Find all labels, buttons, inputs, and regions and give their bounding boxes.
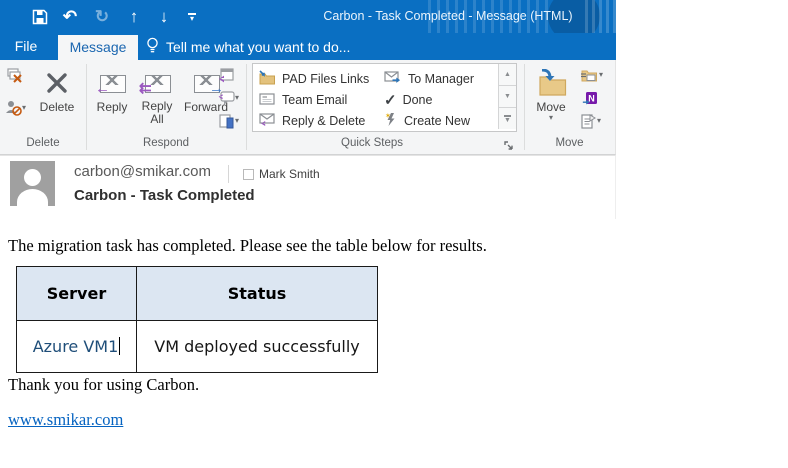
recipient-name[interactable]: Mark Smith [259, 167, 320, 181]
results-table: Server Status Azure VM1 VM deployed succ… [16, 266, 378, 373]
cell-server-name[interactable]: Azure VM1 [16, 320, 137, 373]
move-folder-icon [534, 66, 568, 100]
group-divider [246, 64, 247, 150]
ribbon: ▾ Delete Delete ← Reply ⇇ Reply All → Fo… [0, 60, 616, 155]
quick-step-pad-files-links[interactable]: PAD Files Links [258, 69, 369, 89]
quick-steps-scroll-down[interactable]: ▼ [498, 86, 516, 108]
quick-step-team-email[interactable]: Team Email [258, 90, 347, 110]
group-divider [86, 64, 87, 150]
group-label-quick-steps: Quick Steps [341, 137, 403, 149]
body-outro-text: Thank you for using Carbon. [8, 375, 200, 394]
column-header-status: Status [136, 266, 378, 321]
redo-icon[interactable]: ↻ [90, 0, 114, 33]
tab-message[interactable]: Message [58, 35, 138, 60]
quick-step-label: To Manager [408, 72, 475, 86]
onenote-icon[interactable]: N [582, 88, 604, 108]
quick-step-label: Done [402, 93, 433, 107]
lightbulb-icon [146, 37, 159, 57]
actions-icon[interactable]: ▾ [580, 111, 612, 131]
quick-steps-more-button[interactable]: ▼ [498, 108, 516, 129]
reply-envelope-icon: ← [95, 66, 127, 100]
instant-message-icon[interactable]: ▾ [218, 88, 246, 108]
reply-all-button[interactable]: ⇇ Reply All [134, 62, 180, 126]
recipient-presence-icon [243, 169, 254, 180]
body-intro-text: The migration task has completed. Please… [8, 236, 487, 255]
tell-me-box[interactable]: Tell me what you want to do... [146, 33, 350, 60]
envelope-reply-icon [258, 112, 276, 130]
text-cursor [119, 337, 121, 355]
message-subject: Carbon - Task Completed [74, 187, 255, 204]
quick-step-to-manager[interactable]: To Manager [384, 69, 474, 89]
more-respond-actions-icon[interactable]: ▾ [218, 111, 246, 131]
rules-icon[interactable]: ▾ [580, 65, 612, 85]
ribbon-tab-row: File Message Tell me what you want to do… [0, 33, 616, 60]
sender-avatar[interactable] [10, 161, 55, 206]
window-title: Carbon - Task Completed - Message (HTML) [323, 9, 573, 23]
delete-button[interactable]: Delete [30, 62, 84, 114]
table-row: Azure VM1 VM deployed successfully [16, 320, 378, 373]
svg-text:✶: ✶ [385, 112, 391, 120]
ignore-icon[interactable] [6, 66, 28, 86]
reply-all-envelope-icon: ⇇ [139, 66, 172, 100]
save-icon[interactable] [28, 0, 52, 33]
delete-button-label: Delete [39, 100, 75, 114]
quick-steps-scrollbar: ▲ ▼ ▼ [498, 64, 516, 129]
tell-me-label: Tell me what you want to do... [166, 38, 351, 55]
undo-icon[interactable]: ↶ [58, 0, 82, 33]
envelope-forward-icon [384, 70, 402, 88]
sender-email[interactable]: carbon@smikar.com [74, 163, 211, 180]
quick-step-label: PAD Files Links [282, 72, 370, 86]
quick-step-label: Create New [404, 114, 470, 128]
reply-button-label: Reply [96, 100, 128, 114]
customize-quick-access-icon[interactable]: ▾ [182, 0, 202, 33]
quick-step-done[interactable]: ✓ Done [384, 90, 432, 110]
quick-step-create-new[interactable]: ✶ Create New [384, 111, 470, 131]
outlook-message-window: ↶ ↻ ↑ ↓ ▾ Carbon - Task Completed - Mess… [0, 0, 616, 220]
website-link[interactable]: www.smikar.com [8, 410, 123, 430]
folder-arrow-icon [258, 70, 276, 88]
forward-envelope-icon: → [191, 66, 224, 100]
quick-steps-scroll-up[interactable]: ▲ [498, 64, 516, 86]
quick-steps-dialog-launcher-icon[interactable] [504, 138, 514, 150]
email-document-icon [258, 92, 276, 109]
quick-step-label: Team Email [282, 93, 348, 107]
reply-all-button-label: Reply All [141, 99, 173, 127]
group-label-respond: Respond [142, 137, 190, 149]
avatar-silhouette [24, 169, 41, 186]
screenshot-canvas: ↶ ↻ ↑ ↓ ▾ Carbon - Task Completed - Mess… [0, 0, 788, 468]
tab-file[interactable]: File [0, 33, 52, 60]
table-header-row: Server Status [16, 266, 378, 321]
move-button-label: Move [536, 100, 566, 114]
column-header-server: Server [16, 266, 137, 321]
quick-step-reply-delete[interactable]: Reply & Delete [258, 111, 365, 131]
lightning-icon: ✶ [384, 112, 398, 130]
titlebar-watermark-stripes [585, 0, 616, 33]
message-header: carbon@smikar.com Mark Smith Carbon - Ta… [0, 155, 616, 220]
cell-status-text: VM deployed successfully [136, 320, 378, 373]
server-name-text: Azure VM1 [32, 337, 119, 356]
move-dropdown-caret: ▾ [548, 113, 553, 122]
move-up-icon[interactable]: ↑ [122, 0, 146, 33]
titlebar: ↶ ↻ ↑ ↓ ▾ Carbon - Task Completed - Mess… [0, 0, 616, 33]
reply-button[interactable]: ← Reply [90, 62, 134, 114]
group-label-move: Move [555, 137, 584, 149]
quick-step-label: Reply & Delete [282, 114, 366, 128]
move-down-icon[interactable]: ↓ [152, 0, 176, 33]
group-label-delete: Delete [26, 137, 60, 149]
meeting-icon[interactable] [218, 65, 240, 85]
checkmark-icon: ✓ [384, 91, 397, 109]
email-body: The migration task has completed. Please… [0, 219, 788, 468]
quick-steps-box: PAD Files Links Team Email Reply & Delet… [252, 63, 517, 132]
move-button[interactable]: Move ▾ [528, 62, 574, 122]
header-divider [228, 165, 229, 183]
delete-x-icon [45, 66, 69, 100]
